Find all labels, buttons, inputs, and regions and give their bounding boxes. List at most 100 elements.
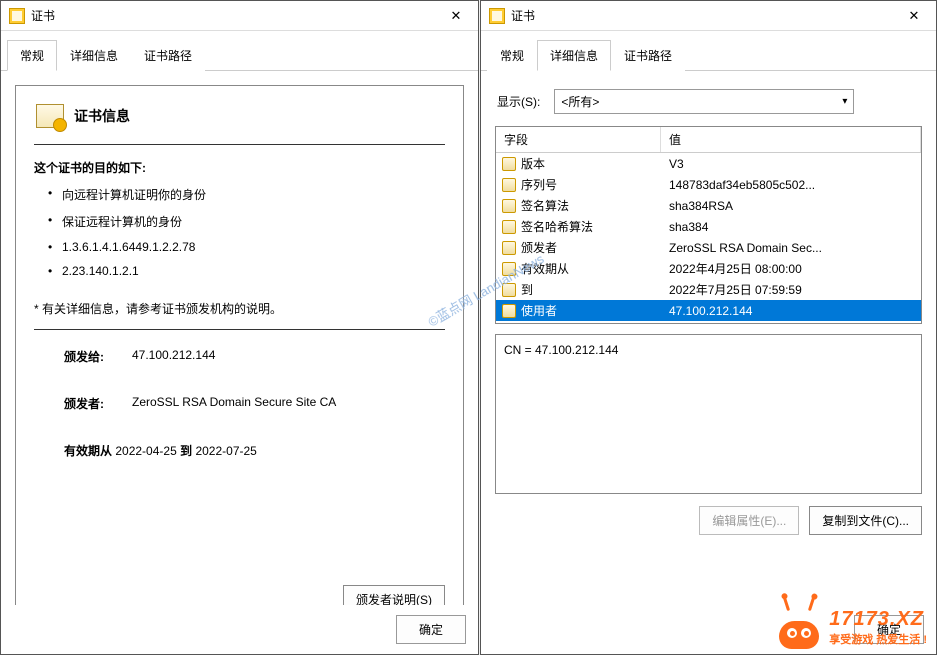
table-row[interactable]: 公钥RSA (2048 Bits) [496,321,921,324]
chevron-down-icon: ▾ [842,96,847,107]
field-icon [502,157,516,171]
copy-to-file-button[interactable]: 复制到文件(C)... [809,506,922,535]
field-cell: 到 [496,281,661,298]
field-icon [502,178,516,192]
titlebar[interactable]: 证书 ✕ [481,1,936,31]
field-icon [502,304,516,318]
issued-by-value: ZeroSSL RSA Domain Secure Site CA [132,395,336,412]
tab-cert-path[interactable]: 证书路径 [131,40,205,71]
field-icon [502,241,516,255]
tab-row: 常规 详细信息 证书路径 [481,35,936,71]
field-value: sha384 [661,220,921,234]
table-row[interactable]: 序列号 148783daf34eb5805c502... [496,174,921,195]
field-icon [502,283,516,297]
table-row[interactable]: 有效期从 2022年4月25日 08:00:00 [496,258,921,279]
close-icon[interactable]: ✕ [436,2,476,30]
field-name: 签名算法 [521,197,569,214]
issuer-statement-button[interactable]: 颁发者说明(S) [343,585,445,605]
field-name: 公钥 [521,323,545,324]
brand-logo: 17173.XZ 享受游戏 热爱生活 ! [777,605,927,649]
field-value: 148783daf34eb5805c502... [661,178,921,192]
brand-slogan: 享受游戏 热爱生活 ! [829,631,927,647]
field-value: 47.100.212.144 [661,304,921,318]
field-cell: 有效期从 [496,260,661,277]
issued-to-label: 颁发给: [64,348,120,365]
certificate-window-general: 证书 ✕ 常规 详细信息 证书路径 证书信息 这个证书的目的如下: 向远程计算机… [0,0,479,655]
valid-from-value: 2022-04-25 [115,444,176,458]
ok-button[interactable]: 确定 [396,615,466,644]
col-header-field[interactable]: 字段 [496,127,661,152]
field-name: 颁发者 [521,239,557,256]
purpose-item: 保证远程计算机的身份 [62,213,445,230]
issuer-note: * 有关详细信息，请参考证书颁发机构的说明。 [34,300,445,317]
purpose-item: 2.23.140.1.2.1 [62,264,445,278]
valid-to-value: 2022-07-25 [195,444,256,458]
detail-value-text: CN = 47.100.212.144 [504,343,618,357]
issued-to-value: 47.100.212.144 [132,348,215,365]
field-value: 2022年7月25日 07:59:59 [661,281,921,298]
info-panel: 证书信息 这个证书的目的如下: 向远程计算机证明你的身份 保证远程计算机的身份 … [15,85,464,605]
field-name: 到 [521,281,533,298]
purpose-heading: 这个证书的目的如下: [34,159,445,176]
field-value: ZeroSSL RSA Domain Sec... [661,241,921,255]
issuer-statement-label: 颁发者说明(S) [356,593,432,605]
field-name: 序列号 [521,176,557,193]
field-name: 版本 [521,155,545,172]
edit-properties-button: 编辑属性(E)... [699,506,799,535]
fields-table: 字段 值 版本 V3 序列号 148783daf34eb5805c502... 签名算法… [495,126,922,324]
table-body[interactable]: 版本 V3 序列号 148783daf34eb5805c502... 签名算法 sha38… [496,153,921,324]
field-cell: 签名哈希算法 [496,218,661,235]
purpose-list: 向远程计算机证明你的身份 保证远程计算机的身份 1.3.6.1.4.1.6449… [34,186,445,288]
field-value: 2022年4月25日 08:00:00 [661,260,921,277]
content-area: 证书信息 这个证书的目的如下: 向远程计算机证明你的身份 保证远程计算机的身份 … [1,71,478,605]
show-select[interactable]: <所有> ▾ [554,89,854,114]
field-value: V3 [661,157,921,171]
field-icon [502,199,516,213]
table-row[interactable]: 到 2022年7月25日 07:59:59 [496,279,921,300]
divider [34,329,445,330]
mascot-icon [777,605,821,649]
show-select-value: <所有> [561,93,599,110]
valid-from-label: 有效期从 [64,444,112,458]
field-name: 有效期从 [521,260,569,277]
tab-details[interactable]: 详细信息 [537,40,611,71]
issued-by-label: 颁发者: [64,395,120,412]
field-cell: 公钥 [496,323,661,324]
field-cell: 使用者 [496,302,661,319]
table-row[interactable]: 使用者 47.100.212.144 [496,300,921,321]
tab-row: 常规 详细信息 证书路径 [1,35,478,71]
tab-cert-path[interactable]: 证书路径 [611,40,685,71]
window-title: 证书 [511,7,894,24]
field-cell: 版本 [496,155,661,172]
col-header-value[interactable]: 值 [661,127,921,152]
table-row[interactable]: 版本 V3 [496,153,921,174]
purpose-item: 1.3.6.1.4.1.6449.1.2.2.78 [62,240,445,254]
field-cell: 颁发者 [496,239,661,256]
tab-details[interactable]: 详细信息 [57,40,131,71]
divider [34,144,445,145]
purpose-item: 向远程计算机证明你的身份 [62,186,445,203]
table-row[interactable]: 颁发者 ZeroSSL RSA Domain Sec... [496,237,921,258]
field-name: 签名哈希算法 [521,218,593,235]
detail-value-box[interactable]: CN = 47.100.212.144 [495,334,922,494]
titlebar[interactable]: 证书 ✕ [1,1,478,31]
brand-name: 17173.XZ [829,608,927,631]
certificate-icon [489,8,505,24]
field-name: 使用者 [521,302,557,319]
close-icon[interactable]: ✕ [894,2,934,30]
field-icon [502,220,516,234]
tab-general[interactable]: 常规 [487,40,537,71]
field-icon [502,262,516,276]
certificate-icon [9,8,25,24]
show-label: 显示(S): [497,93,540,110]
certificate-icon [36,104,64,128]
content-area: 显示(S): <所有> ▾ 字段 值 版本 V3 序列号 148783daf34eb5… [481,71,936,605]
field-cell: 序列号 [496,176,661,193]
table-row[interactable]: 签名哈希算法 sha384 [496,216,921,237]
window-title: 证书 [31,7,436,24]
table-row[interactable]: 签名算法 sha384RSA [496,195,921,216]
certificate-window-details: 证书 ✕ 常规 详细信息 证书路径 显示(S): <所有> ▾ 字段 值 版本 V… [480,0,937,655]
field-value: sha384RSA [661,199,921,213]
tab-general[interactable]: 常规 [7,40,57,71]
valid-to-label: 到 [180,444,192,458]
